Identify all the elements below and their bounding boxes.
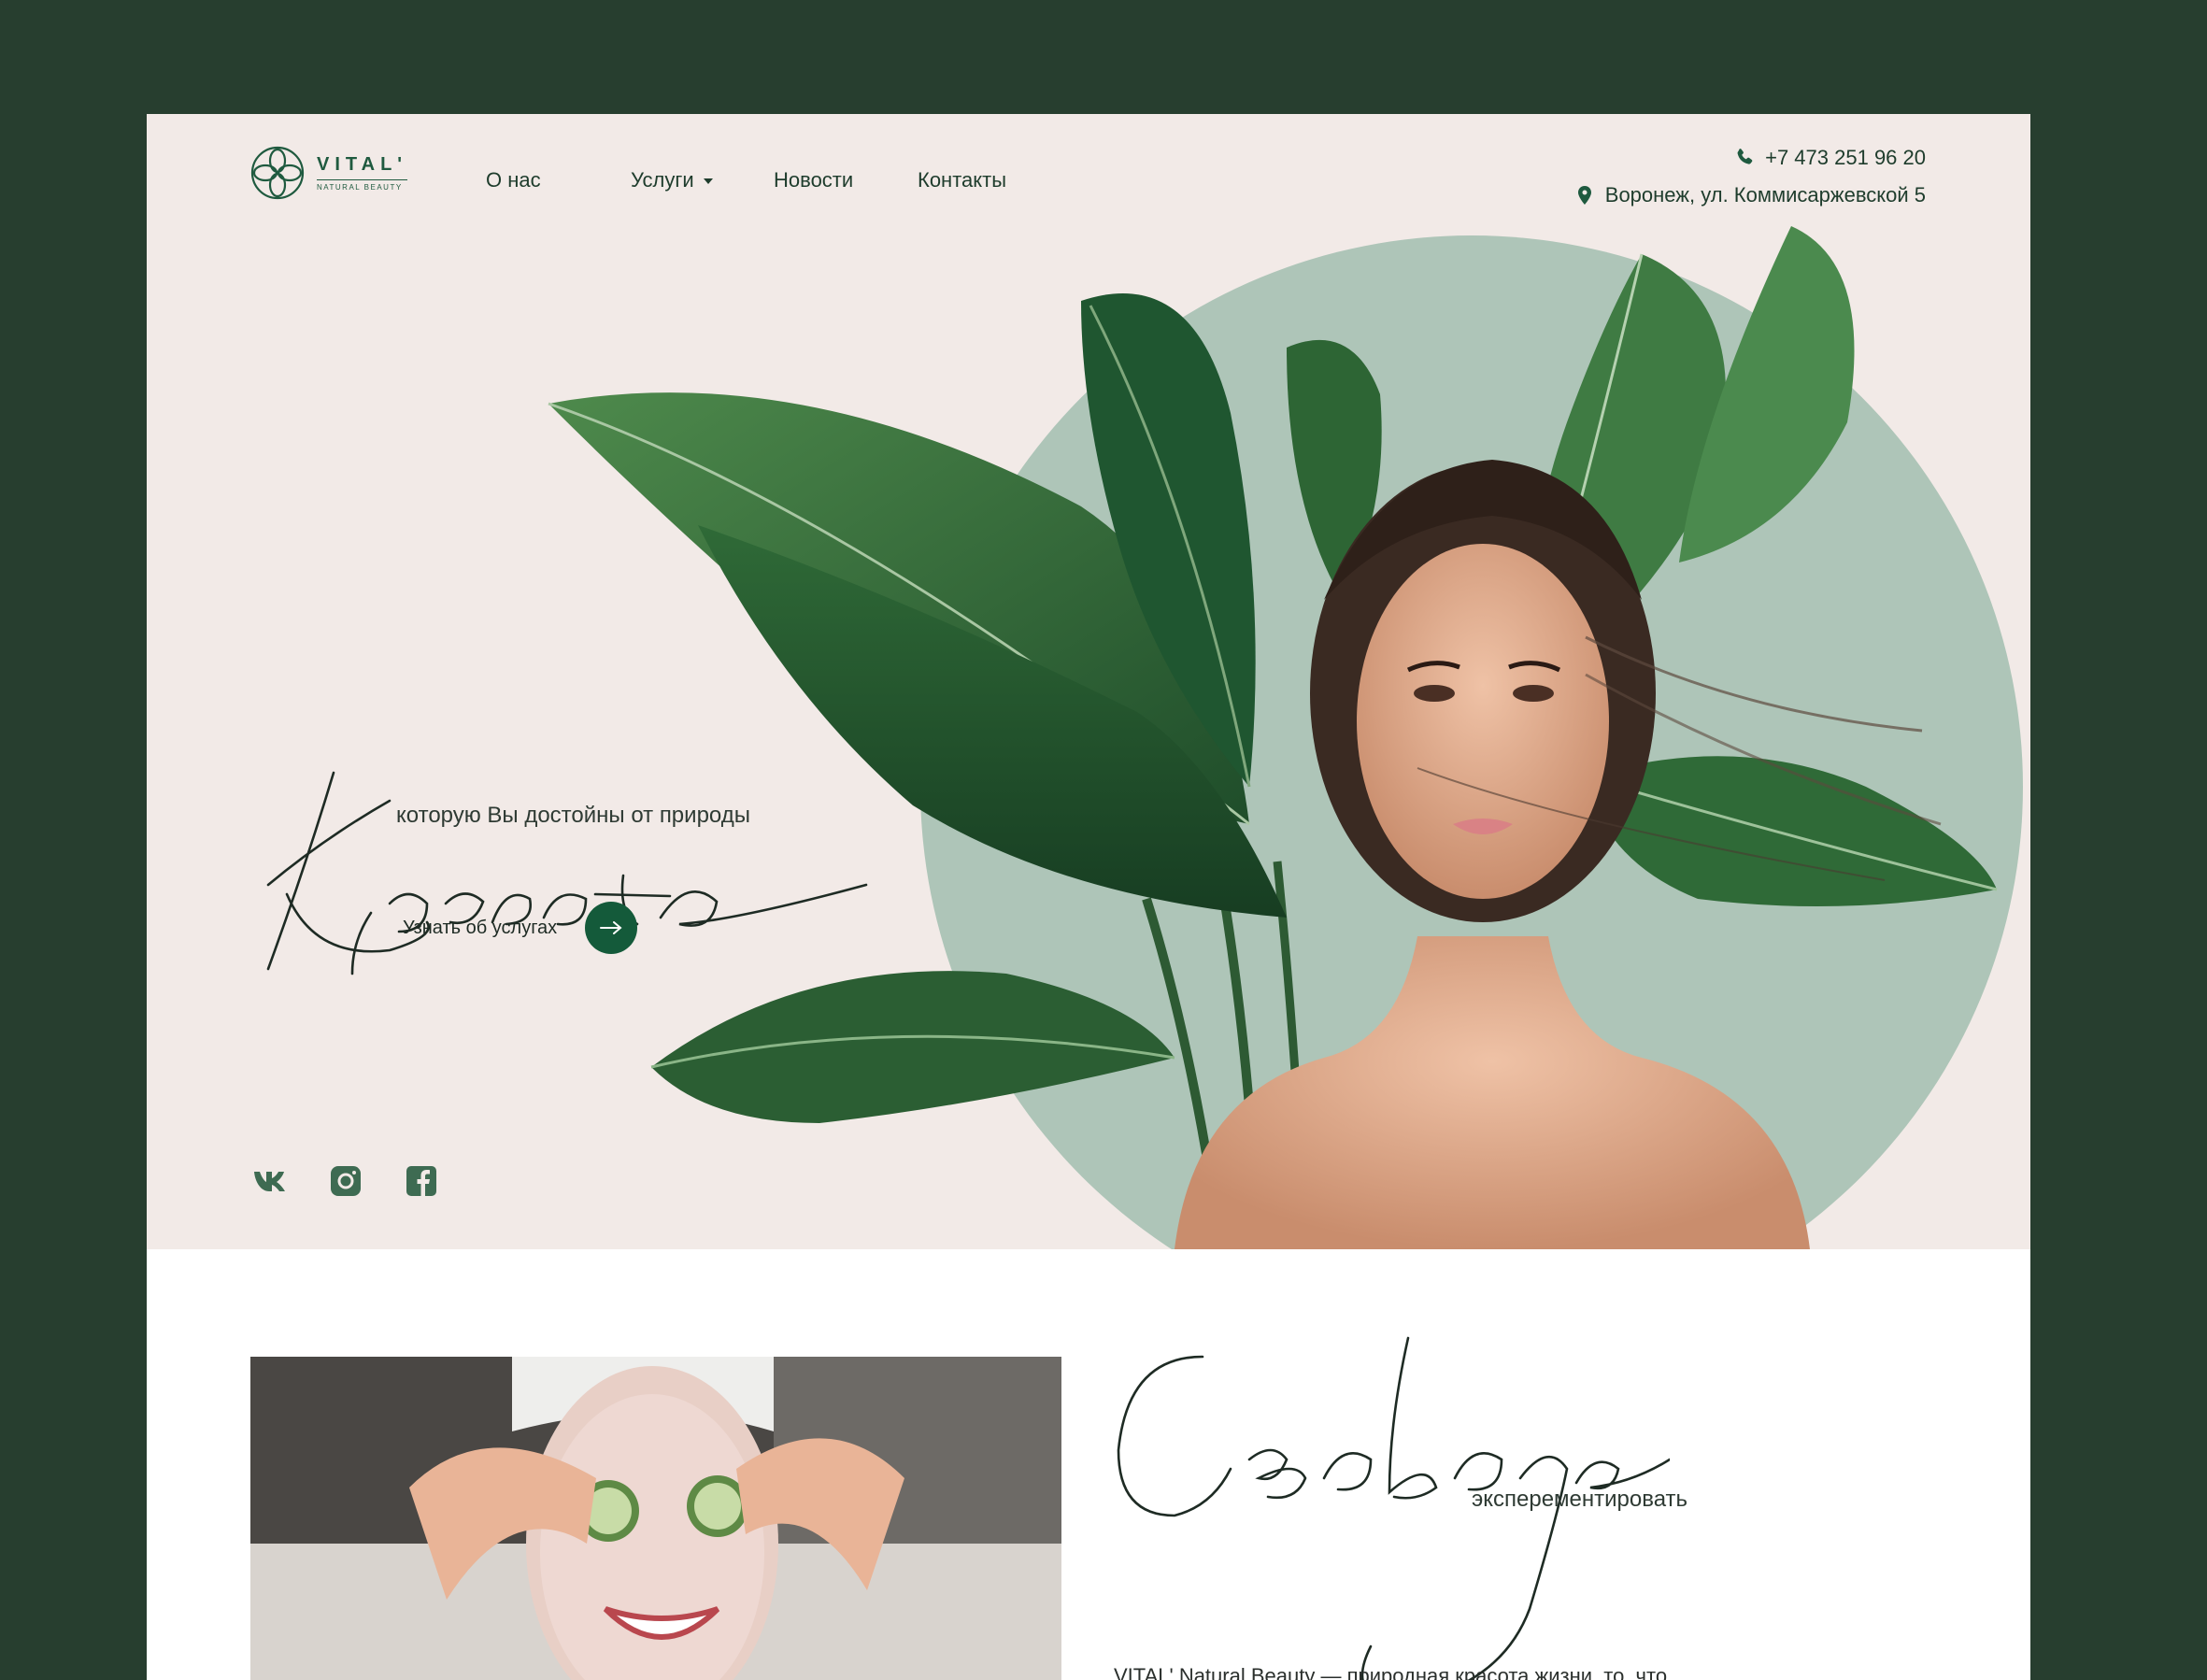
- arrow-right-icon: [600, 921, 622, 934]
- section2-subtitle: эксперементировать: [1472, 1487, 1688, 1512]
- nav-item-services-label: Услуги: [631, 168, 694, 192]
- hero-script-title: [266, 771, 868, 975]
- cta-arrow-button[interactable]: [585, 902, 638, 954]
- phone-row[interactable]: +7 473 251 96 20: [1573, 139, 1926, 177]
- vk-icon: [254, 1172, 285, 1191]
- nav-item-services[interactable]: Услуги: [631, 168, 713, 192]
- landing-page: VITAL' NATURAL BEAUTY О нас Услуги Новос…: [147, 114, 2030, 1680]
- nav-item-contacts[interactable]: Контакты: [918, 168, 1006, 192]
- nav-item-news[interactable]: Новости: [774, 168, 853, 192]
- map-pin-icon: [1577, 186, 1591, 205]
- services-cta[interactable]: Узнать об услугах: [403, 902, 638, 954]
- lotus-logo-icon: [250, 146, 305, 200]
- facebook-link[interactable]: [405, 1164, 438, 1198]
- caret-down-icon: [703, 178, 713, 185]
- phone-number: +7 473 251 96 20: [1765, 146, 1926, 169]
- address-row[interactable]: Воронеж, ул. Коммисаржевской 5: [1573, 177, 1926, 214]
- section2-paragraph: VITAL' Natural Beauty — природная красот…: [1114, 1664, 1668, 1680]
- facebook-icon: [406, 1166, 436, 1196]
- brand-name: VITAL': [317, 154, 408, 175]
- contact-block: +7 473 251 96 20 Воронеж, ул. Коммисарже…: [1573, 139, 1926, 214]
- hero-subtitle: которую Вы достойны от природы: [396, 803, 750, 828]
- brand-tagline: NATURAL BEAUTY: [317, 179, 408, 192]
- phone-icon: [1737, 149, 1753, 164]
- social-links: [253, 1164, 438, 1198]
- brand-logo[interactable]: VITAL' NATURAL BEAUTY: [249, 145, 408, 201]
- nav-item-about[interactable]: О нас: [486, 168, 541, 192]
- instagram-icon: [331, 1166, 361, 1196]
- vk-link[interactable]: [253, 1164, 287, 1198]
- facial-mask-image: [250, 1357, 1061, 1680]
- brand-text: VITAL' NATURAL BEAUTY: [317, 154, 408, 192]
- facial-mask-photo: [250, 1357, 1061, 1680]
- cta-label: Узнать об услугах: [403, 917, 558, 938]
- hero-section: VITAL' NATURAL BEAUTY О нас Услуги Новос…: [147, 114, 2030, 1249]
- address-text: Воронеж, ул. Коммисаржевской 5: [1604, 183, 1926, 206]
- instagram-link[interactable]: [329, 1164, 363, 1198]
